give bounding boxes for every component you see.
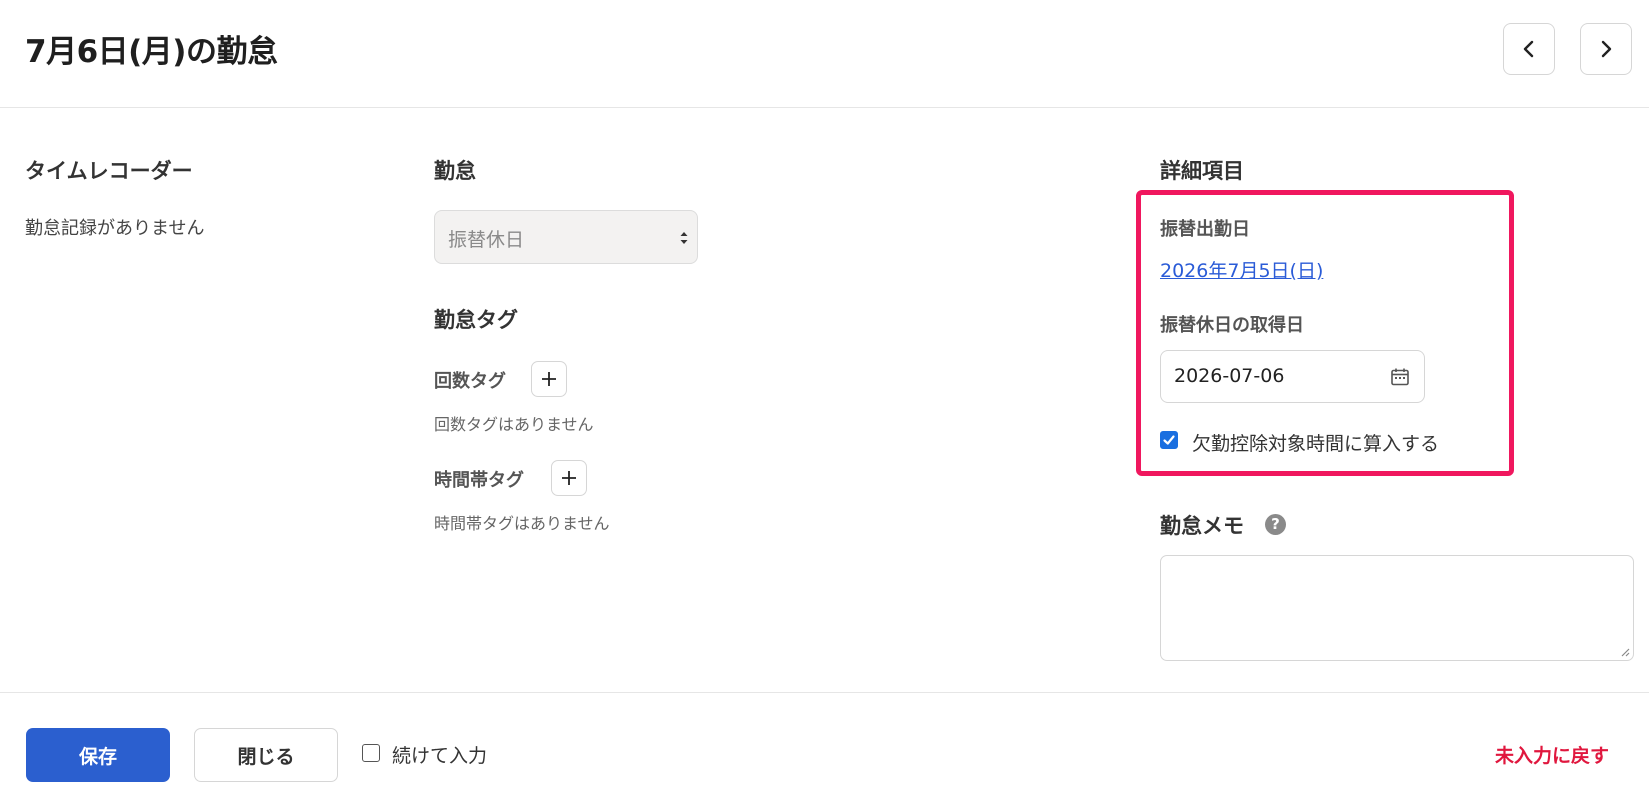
calendar-icon[interactable]: [1390, 367, 1410, 387]
substitute-holiday-label: 振替休日の取得日: [1160, 315, 1304, 336]
time-recorder-title: タイムレコーダー: [25, 159, 193, 183]
attendance-type-value: 振替休日: [448, 229, 525, 251]
page-title: 7月6日(月)の勤怠: [25, 34, 278, 70]
time-tag-label: 時間帯タグ: [434, 470, 524, 491]
time-tag-empty-text: 時間帯タグはありません: [434, 514, 610, 533]
chevron-right-icon: [1601, 40, 1612, 58]
substitute-work-label: 振替出勤日: [1160, 219, 1250, 240]
details-title: 詳細項目: [1160, 159, 1244, 183]
close-button[interactable]: 閉じる: [194, 728, 338, 782]
checkmark-icon: [1163, 435, 1175, 445]
substitute-work-date-link[interactable]: 2026年7月5日(日): [1160, 256, 1323, 283]
attendance-type-select[interactable]: 振替休日: [434, 210, 698, 264]
resize-grip-icon[interactable]: [1620, 647, 1630, 657]
plus-icon: [562, 471, 576, 485]
save-button[interactable]: 保存: [26, 728, 170, 782]
attendance-tags-title: 勤怠タグ: [434, 308, 518, 332]
footer-divider: [0, 692, 1649, 693]
count-tag-label: 回数タグ: [434, 371, 506, 392]
memo-title: 勤怠メモ: [1160, 514, 1244, 538]
continue-input-label: 続けて入力: [392, 745, 488, 767]
substitute-holiday-date-value: 2026-07-06: [1174, 365, 1285, 387]
reset-to-empty-link[interactable]: 未入力に戻す: [1495, 741, 1609, 768]
help-icon[interactable]: ?: [1265, 514, 1286, 535]
select-arrows-icon: [680, 232, 688, 244]
plus-icon: [542, 372, 556, 386]
add-count-tag-button[interactable]: [531, 361, 567, 397]
previous-day-button[interactable]: [1503, 23, 1555, 75]
count-tag-empty-text: 回数タグはありません: [434, 415, 594, 434]
time-recorder-empty-text: 勤怠記録がありません: [25, 218, 205, 239]
deduction-checkbox-label: 欠勤控除対象時間に算入する: [1192, 433, 1440, 455]
add-time-tag-button[interactable]: [551, 460, 587, 496]
memo-textarea[interactable]: [1160, 555, 1634, 661]
next-day-button[interactable]: [1580, 23, 1632, 75]
deduction-checkbox[interactable]: [1160, 431, 1178, 449]
continue-input-checkbox[interactable]: [362, 744, 380, 762]
attendance-title: 勤怠: [434, 159, 476, 183]
chevron-left-icon: [1523, 40, 1534, 58]
substitute-holiday-date-input[interactable]: 2026-07-06: [1160, 350, 1425, 403]
page-header: 7月6日(月)の勤怠: [0, 0, 1649, 108]
